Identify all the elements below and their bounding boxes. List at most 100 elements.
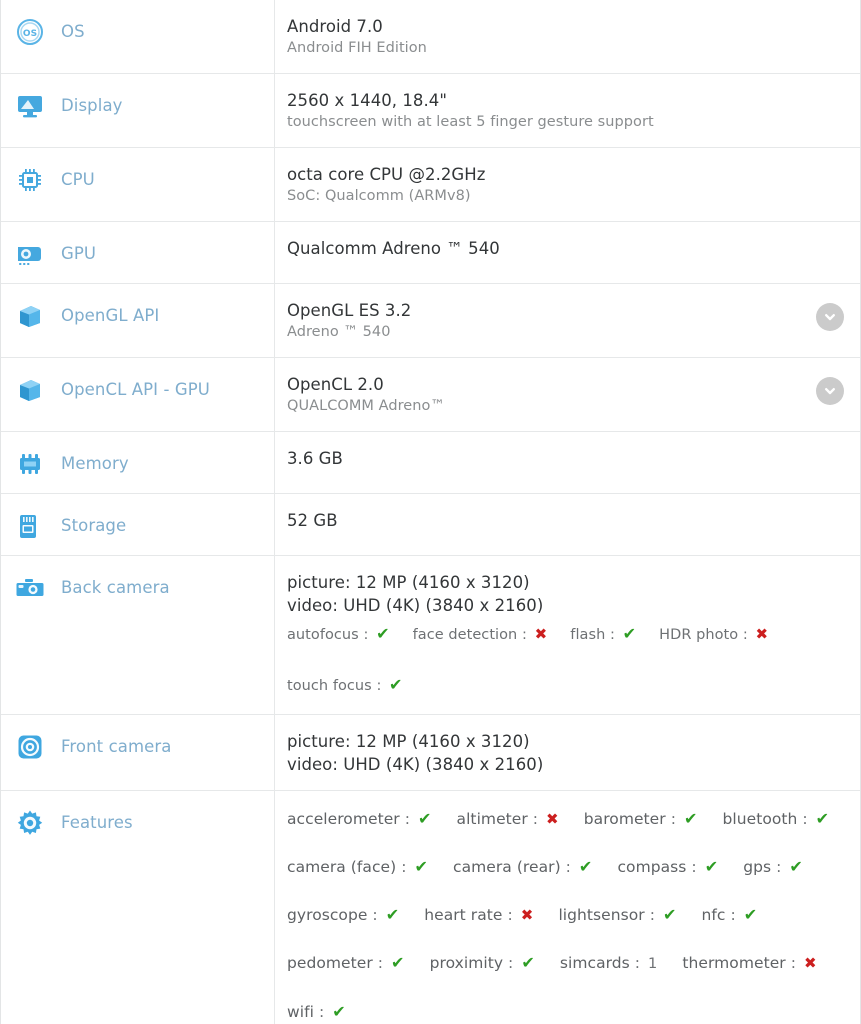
label-cell-display: Display	[1, 74, 275, 147]
value-cell-features: accelerometer : ✔ altimeter : ✖ baromete…	[275, 791, 860, 1024]
mark-no-icon: ✖	[546, 810, 559, 828]
mark-yes-icon: ✔	[385, 905, 400, 924]
display-subvalue: touchscreen with at least 5 finger gestu…	[287, 114, 654, 130]
mark-yes-icon: ✔	[414, 857, 428, 876]
expand-opencl-button[interactable]	[816, 377, 844, 405]
chevron-down-icon	[825, 314, 835, 321]
value-cell-opengl-api: OpenGL ES 3.2 Adreno ™ 540	[275, 284, 860, 357]
label-cell-memory: Memory	[1, 432, 275, 493]
flag-thermometer: thermometer : ✖	[682, 954, 817, 972]
label-cell-os: OS OS	[1, 0, 275, 73]
spec-row-storage: Storage 52 GB	[1, 494, 860, 556]
back-camera-picture: picture: 12 MP (4160 x 3120)	[287, 573, 530, 592]
features-flags-line-4: pedometer : ✔ proximity : ✔ simcards : 1…	[287, 950, 846, 977]
cube-icon	[15, 301, 45, 331]
spec-row-gpu: GPU Qualcomm Adreno ™ 540	[1, 222, 860, 284]
flag-hdr-photo: HDR photo : ✖	[659, 625, 769, 643]
flag-proximity: proximity : ✔	[429, 953, 535, 972]
spec-label-back-camera: Back camera	[61, 578, 170, 597]
back-camera-video: video: UHD (4K) (3840 x 2160)	[287, 596, 544, 615]
mark-yes-icon: ✔	[683, 809, 698, 828]
mark-no-icon: ✖	[520, 906, 534, 924]
spec-row-cpu: CPU octa core CPU @2.2GHz SoC: Qualcomm …	[1, 148, 860, 222]
value-cell-gpu: Qualcomm Adreno ™ 540	[275, 222, 860, 283]
label-cell-features: Features	[1, 791, 275, 1024]
flag-bluetooth: bluetooth : ✔	[722, 809, 830, 828]
spec-row-opencl-api-gpu: OpenCL API - GPU OpenCL 2.0 QUALCOMM Adr…	[1, 358, 860, 432]
spec-label-opengl-api: OpenGL API	[61, 306, 160, 325]
label-cell-opencl-api-gpu: OpenCL API - GPU	[1, 358, 275, 431]
flag-autofocus: autofocus : ✔	[287, 624, 390, 643]
opencl-subvalue: QUALCOMM Adreno™	[287, 398, 445, 414]
opengl-value: OpenGL ES 3.2	[287, 301, 412, 320]
chevron-down-icon	[825, 388, 835, 395]
label-cell-cpu: CPU	[1, 148, 275, 221]
os-value: Android 7.0	[287, 17, 383, 36]
spec-row-features: Features accelerometer : ✔ altimeter : ✖…	[1, 791, 860, 1024]
cpu-value: octa core CPU @2.2GHz	[287, 165, 486, 184]
spec-label-opencl-api-gpu: OpenCL API - GPU	[61, 380, 210, 399]
spec-label-front-camera: Front camera	[61, 737, 172, 756]
mark-yes-icon: ✔	[662, 905, 677, 924]
flag-heart-rate: heart rate : ✖	[424, 906, 534, 924]
spec-row-opengl-api: OpenGL API OpenGL ES 3.2 Adreno ™ 540	[1, 284, 860, 358]
flag-compass: compass : ✔	[617, 857, 719, 876]
label-cell-back-camera: Back camera	[1, 556, 275, 714]
spec-row-memory: Memory 3.6 GB	[1, 432, 860, 494]
flag-simcards: simcards : 1	[559, 954, 658, 972]
back-camera-flags-line-1: autofocus : ✔ face detection : ✖ flash :…	[287, 620, 846, 649]
front-camera-picture: picture: 12 MP (4160 x 3120)	[287, 732, 530, 751]
opengl-subvalue: Adreno ™ 540	[287, 324, 391, 340]
spec-label-os: OS	[61, 22, 85, 41]
mark-yes-icon: ✔	[389, 675, 403, 694]
svg-text:OS: OS	[23, 29, 37, 39]
flag-gps: gps : ✔	[743, 857, 803, 876]
mark-yes-icon: ✔	[704, 857, 719, 876]
os-icon: OS	[15, 17, 45, 47]
flag-flash: flash : ✔	[570, 624, 637, 643]
cube-icon	[15, 375, 45, 405]
memory-value: 3.6 GB	[287, 449, 343, 468]
flag-camera-rear: camera (rear) : ✔	[453, 857, 593, 876]
flag-nfc: nfc : ✔	[701, 905, 758, 924]
mark-yes-icon: ✔	[332, 1002, 346, 1021]
memory-icon	[15, 449, 45, 479]
display-icon	[15, 91, 45, 121]
flag-accelerometer: accelerometer : ✔	[287, 809, 432, 828]
storage-value: 52 GB	[287, 511, 338, 530]
value-cell-back-camera: picture: 12 MP (4160 x 3120) video: UHD …	[275, 556, 860, 714]
label-cell-gpu: GPU	[1, 222, 275, 283]
spec-label-features: Features	[61, 813, 133, 832]
features-flags-line-2: camera (face) : ✔ camera (rear) : ✔ comp…	[287, 854, 846, 880]
opencl-value: OpenCL 2.0	[287, 375, 384, 394]
features-flags-line-5: wifi : ✔	[287, 999, 846, 1024]
value-cell-os: Android 7.0 Android FIH Edition	[275, 0, 860, 73]
spec-row-os: OS OS Android 7.0 Android FIH Edition	[1, 0, 860, 74]
value-cell-opencl-api-gpu: OpenCL 2.0 QUALCOMM Adreno™	[275, 358, 860, 431]
device-spec-table: OS OS Android 7.0 Android FIH Edition Di…	[0, 0, 861, 1024]
mark-yes-icon: ✔	[789, 857, 803, 876]
value-cell-front-camera: picture: 12 MP (4160 x 3120) video: UHD …	[275, 715, 860, 790]
label-cell-opengl-api: OpenGL API	[1, 284, 275, 357]
spec-row-back-camera: Back camera picture: 12 MP (4160 x 3120)…	[1, 556, 860, 715]
front-camera-icon	[15, 732, 45, 762]
expand-opengl-button[interactable]	[816, 303, 844, 331]
label-cell-storage: Storage	[1, 494, 275, 555]
mark-yes-icon: ✔	[743, 905, 758, 924]
flag-altimeter: altimeter : ✖	[456, 810, 559, 828]
spec-row-front-camera: Front camera picture: 12 MP (4160 x 3120…	[1, 715, 860, 791]
flag-touch-focus: touch focus : ✔	[287, 675, 403, 694]
mark-yes-icon: ✔	[578, 857, 593, 876]
mark-yes-icon: ✔	[622, 624, 637, 643]
mark-yes-icon: ✔	[376, 624, 390, 643]
flag-camera-face: camera (face) : ✔	[287, 857, 428, 876]
spec-label-cpu: CPU	[61, 170, 95, 189]
mark-no-icon: ✖	[534, 625, 548, 643]
value-cell-display: 2560 x 1440, 18.4" touchscreen with at l…	[275, 74, 860, 147]
flag-face-detection: face detection : ✖	[412, 625, 548, 643]
back-camera-flags-line-2: touch focus : ✔	[287, 671, 846, 700]
flag-wifi: wifi : ✔	[287, 1002, 346, 1021]
mark-yes-icon: ✔	[417, 809, 432, 828]
back-camera-icon	[15, 573, 45, 603]
flag-lightsensor: lightsensor : ✔	[558, 905, 677, 924]
